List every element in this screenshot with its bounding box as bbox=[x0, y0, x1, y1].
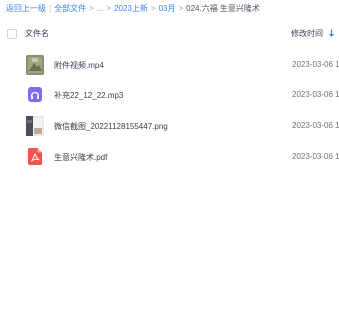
file-name: 微信截图_20221128155447.png bbox=[54, 122, 168, 131]
file-name: 生意兴隆术.pdf bbox=[54, 153, 108, 162]
breadcrumb-current: 024.六福 生意兴隆术 bbox=[186, 4, 260, 13]
column-header-name: 文件名 bbox=[25, 29, 49, 38]
back-link[interactable]: 返回上一级 bbox=[6, 2, 46, 16]
breadcrumb-ellipsis-link[interactable]: ... bbox=[97, 2, 104, 16]
file-browser: 返回上一级 | 全部文件 > ... > 2023上新 > 03月 > 024.… bbox=[0, 0, 339, 310]
breadcrumb: 返回上一级 | 全部文件 > ... > 2023上新 > 03月 > 024.… bbox=[6, 2, 260, 16]
breadcrumb-arrow: > bbox=[178, 4, 184, 13]
breadcrumb-folder-link[interactable]: 03月 bbox=[159, 2, 176, 16]
breadcrumb-root-link[interactable]: 全部文件 bbox=[54, 2, 86, 16]
breadcrumb-arrow: > bbox=[89, 4, 94, 13]
file-row[interactable]: 生意兴隆术.pdf 2023-03-06 1 bbox=[0, 142, 339, 172]
column-header-time-label: 修改时间 bbox=[291, 29, 323, 38]
file-name: 附件视频.mp4 bbox=[54, 61, 104, 70]
file-time: 2023-03-06 1 bbox=[292, 90, 339, 99]
sort-descending-icon[interactable] bbox=[328, 29, 335, 38]
breadcrumb-divider: | bbox=[49, 4, 52, 13]
select-all-checkbox[interactable] bbox=[7, 29, 17, 39]
file-time: 2023-03-06 1 bbox=[292, 60, 339, 69]
breadcrumb-arrow: > bbox=[106, 4, 112, 13]
file-row[interactable]: 微信截图_20221128155447.png 2023-03-06 1 bbox=[0, 111, 339, 141]
file-row[interactable]: 补充22_12_22.mp3 2023-03-06 1 bbox=[0, 80, 339, 110]
breadcrumb-folder-link[interactable]: 2023上新 bbox=[114, 2, 148, 16]
audio-file-icon bbox=[28, 87, 42, 102]
list-header: 文件名 修改时间 bbox=[0, 24, 339, 44]
file-time: 2023-03-06 1 bbox=[292, 121, 339, 130]
column-header-time[interactable]: 修改时间 bbox=[291, 28, 335, 39]
breadcrumb-arrow: > bbox=[150, 4, 156, 13]
image-thumbnail-icon bbox=[26, 116, 44, 136]
file-name: 补充22_12_22.mp3 bbox=[54, 91, 124, 100]
file-row[interactable]: 附件视频.mp4 2023-03-06 1 bbox=[0, 50, 339, 80]
file-time: 2023-03-06 1 bbox=[292, 152, 339, 161]
pdf-file-icon bbox=[28, 148, 42, 165]
video-thumbnail-icon bbox=[26, 55, 44, 75]
